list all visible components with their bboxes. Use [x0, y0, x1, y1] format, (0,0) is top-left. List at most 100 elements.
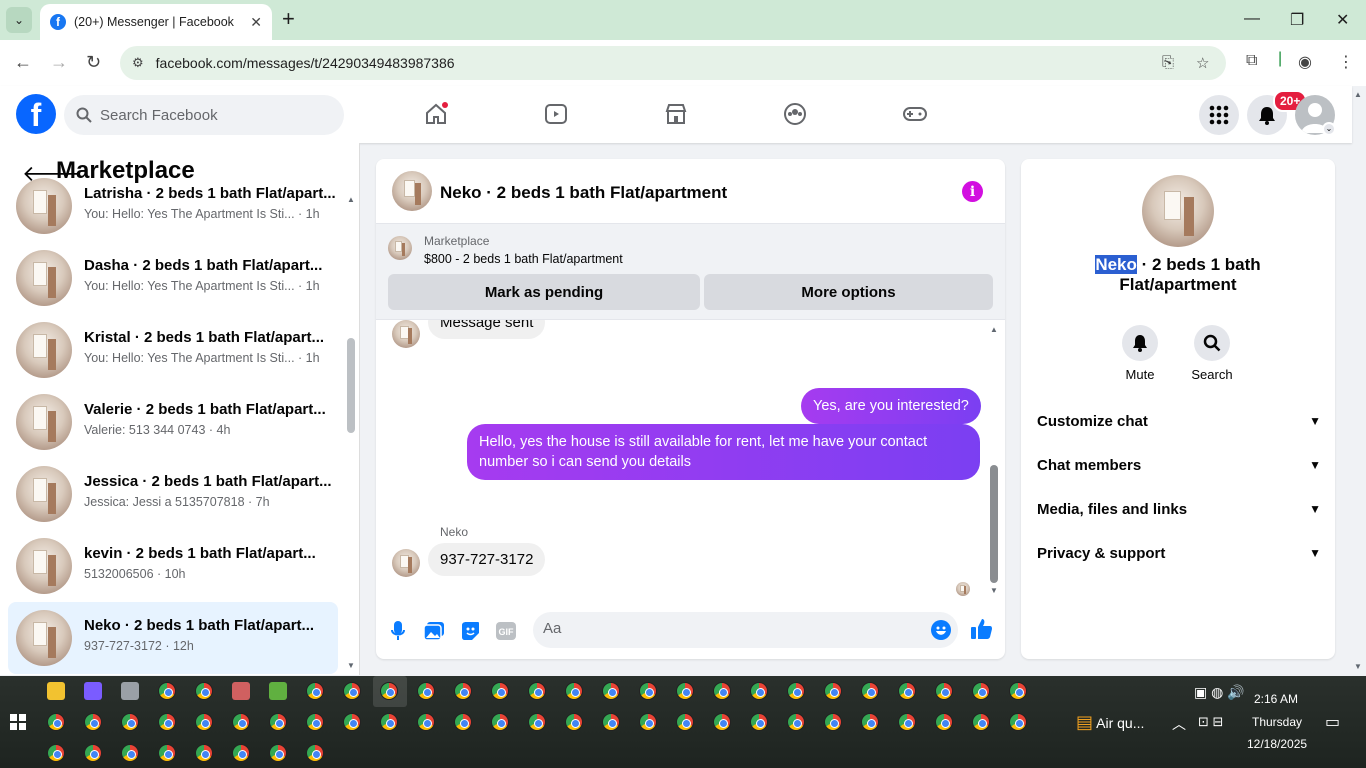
- privacy-support-row[interactable]: Privacy & support ▼: [1037, 533, 1321, 573]
- chrome-taskbar-icon[interactable]: [824, 682, 842, 700]
- reload-icon[interactable]: ↻: [86, 52, 101, 73]
- tray-icons[interactable]: ▣ ◍ 🔊: [1194, 684, 1245, 701]
- chrome-taskbar-icon[interactable]: [898, 713, 916, 731]
- taskbar-app-icon[interactable]: [121, 682, 139, 700]
- chrome-taskbar-icon[interactable]: [676, 682, 694, 700]
- chrome-taskbar-icon[interactable]: [47, 744, 65, 762]
- browser-tab-messenger[interactable]: f (20+) Messenger | Facebook ✕: [40, 4, 272, 40]
- site-info-icon[interactable]: ⚙: [132, 55, 144, 71]
- conversation-scrollbar[interactable]: [347, 338, 355, 433]
- conversation-item[interactable]: Dasha · 2 beds 1 bath Flat/apart... You:…: [8, 242, 338, 314]
- chrome-taskbar-icon[interactable]: [158, 682, 176, 700]
- customize-chat-row[interactable]: Customize chat ▼: [1037, 401, 1321, 441]
- chrome-taskbar-icon[interactable]: [861, 713, 879, 731]
- clock-time[interactable]: 2:16 AM: [1254, 692, 1298, 706]
- tab-search-chevron-icon[interactable]: ⌄: [6, 7, 32, 33]
- chrome-taskbar-icon[interactable]: [121, 744, 139, 762]
- more-options-button[interactable]: More options: [704, 274, 993, 310]
- network-icon[interactable]: ⊡ ⊟: [1198, 714, 1223, 730]
- chrome-taskbar-icon[interactable]: [639, 682, 657, 700]
- listing-price[interactable]: $800 - 2 beds 1 bath Flat/apartment: [424, 252, 623, 266]
- clock-date[interactable]: 12/18/2025: [1247, 737, 1307, 751]
- install-app-icon[interactable]: ⎘: [1162, 54, 1174, 71]
- chrome-taskbar-icon[interactable]: [713, 682, 731, 700]
- chrome-taskbar-icon[interactable]: [565, 682, 583, 700]
- chrome-taskbar-icon[interactable]: [676, 713, 694, 731]
- chrome-taskbar-icon[interactable]: [380, 682, 398, 700]
- profile-icon[interactable]: ◉: [1298, 52, 1312, 72]
- chrome-taskbar-icon[interactable]: [158, 713, 176, 731]
- chat-members-row[interactable]: Chat members ▼: [1037, 445, 1321, 485]
- conversation-item[interactable]: Valerie · 2 beds 1 bath Flat/apart... Va…: [8, 386, 338, 458]
- taskbar-app-icon[interactable]: [269, 682, 287, 700]
- chrome-taskbar-icon[interactable]: [195, 744, 213, 762]
- page-scroll-down-icon[interactable]: ▼: [1354, 662, 1362, 671]
- tray-chevron-icon[interactable]: ︿: [1172, 714, 1186, 734]
- gaming-icon[interactable]: [901, 100, 929, 128]
- chrome-taskbar-icon[interactable]: [972, 713, 990, 731]
- chrome-taskbar-icon[interactable]: [787, 713, 805, 731]
- tab-close-icon[interactable]: ✕: [250, 14, 262, 31]
- conversation-item[interactable]: Kristal · 2 beds 1 bath Flat/apart... Yo…: [8, 314, 338, 386]
- photo-icon[interactable]: [423, 620, 445, 642]
- chrome-taskbar-icon[interactable]: [454, 713, 472, 731]
- chrome-taskbar-icon[interactable]: [935, 713, 953, 731]
- new-tab-plus-icon[interactable]: +: [282, 8, 295, 30]
- emoji-icon[interactable]: [931, 620, 951, 640]
- chrome-taskbar-icon[interactable]: [417, 713, 435, 731]
- conversation-item[interactable]: Latrisha · 2 beds 1 bath Flat/apart... Y…: [8, 170, 338, 242]
- page-scroll-up-icon[interactable]: ▲: [1354, 90, 1362, 99]
- chrome-taskbar-icon[interactable]: [454, 682, 472, 700]
- chrome-taskbar-icon[interactable]: [269, 713, 287, 731]
- gif-icon[interactable]: GIF: [495, 620, 517, 642]
- conversation-item-active[interactable]: Neko · 2 beds 1 bath Flat/apart... 937-7…: [8, 602, 338, 674]
- message-input-box[interactable]: [533, 612, 958, 648]
- chrome-taskbar-icon[interactable]: [269, 744, 287, 762]
- mute-button[interactable]: Mute: [1110, 325, 1170, 382]
- search-conversation-button[interactable]: Search: [1182, 325, 1242, 382]
- chrome-taskbar-icon[interactable]: [343, 682, 361, 700]
- clock-day[interactable]: Thursday: [1252, 715, 1302, 729]
- home-icon[interactable]: [422, 100, 450, 128]
- marketplace-icon[interactable]: [662, 100, 690, 128]
- info-icon[interactable]: i: [962, 181, 983, 202]
- chrome-taskbar-icon[interactable]: [47, 713, 65, 731]
- chrome-taskbar-icon[interactable]: [528, 713, 546, 731]
- groups-icon[interactable]: [781, 100, 809, 128]
- back-arrow-icon[interactable]: ←: [14, 52, 32, 73]
- chrome-taskbar-icon[interactable]: [306, 713, 324, 731]
- taskbar-app-icon[interactable]: [47, 682, 65, 700]
- chrome-taskbar-icon[interactable]: [602, 682, 620, 700]
- chrome-taskbar-icon[interactable]: [713, 713, 731, 731]
- chrome-taskbar-icon[interactable]: [306, 682, 324, 700]
- chrome-taskbar-icon[interactable]: [898, 682, 916, 700]
- chrome-taskbar-icon[interactable]: [1009, 682, 1027, 700]
- chrome-taskbar-icon[interactable]: [84, 713, 102, 731]
- chrome-taskbar-icon[interactable]: [491, 713, 509, 731]
- chrome-taskbar-icon[interactable]: [84, 744, 102, 762]
- sticker-icon[interactable]: [459, 620, 481, 642]
- chrome-taskbar-icon[interactable]: [417, 682, 435, 700]
- conversation-item[interactable]: kevin · 2 beds 1 bath Flat/apart... 5132…: [8, 530, 338, 602]
- chat-title[interactable]: Neko · 2 beds 1 bath Flat/apartment: [440, 183, 727, 203]
- chrome-taskbar-icon[interactable]: [824, 713, 842, 731]
- chrome-taskbar-icon[interactable]: [1009, 713, 1027, 731]
- chrome-taskbar-icon[interactable]: [787, 682, 805, 700]
- chrome-taskbar-icon[interactable]: [861, 682, 879, 700]
- chat-scrollbar[interactable]: [990, 465, 998, 583]
- chrome-taskbar-icon[interactable]: [639, 713, 657, 731]
- forward-arrow-icon[interactable]: →: [50, 52, 68, 73]
- chrome-menu-icon[interactable]: ⋮: [1338, 52, 1354, 72]
- message-input[interactable]: [543, 620, 903, 637]
- chrome-taskbar-icon[interactable]: [306, 744, 324, 762]
- chrome-taskbar-icon[interactable]: [195, 682, 213, 700]
- restore-icon[interactable]: ❐: [1290, 10, 1304, 30]
- account-chevron-icon[interactable]: ⌄: [1322, 122, 1336, 136]
- chat-scroll-down-icon[interactable]: ▼: [990, 586, 998, 595]
- chrome-taskbar-icon[interactable]: [565, 713, 583, 731]
- conversation-item[interactable]: Jessica · 2 beds 1 bath Flat/apart... Je…: [8, 458, 338, 530]
- chrome-taskbar-icon[interactable]: [121, 713, 139, 731]
- video-icon[interactable]: [542, 100, 570, 128]
- media-files-links-row[interactable]: Media, files and links ▼: [1037, 489, 1321, 529]
- microphone-icon[interactable]: [387, 620, 409, 642]
